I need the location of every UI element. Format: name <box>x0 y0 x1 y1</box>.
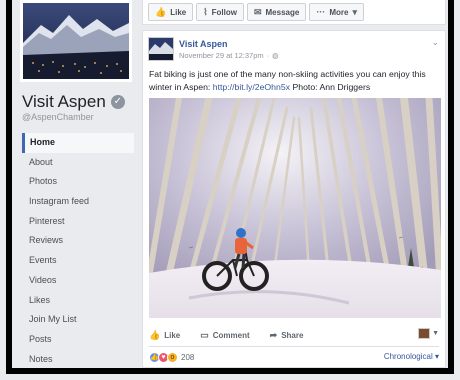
post-options-chevron-icon[interactable]: ⌄ <box>431 37 439 48</box>
nav-item-pinterest[interactable]: Pinterest <box>22 212 134 232</box>
post-text-credit: Photo: Ann Driggers <box>290 81 371 92</box>
nav-item-home[interactable]: Home <box>22 133 134 153</box>
post-text: Fat biking is just one of the many non-s… <box>149 68 441 93</box>
share-arrow-icon: ➦ <box>269 329 278 340</box>
page-name[interactable]: Visit Aspen <box>22 92 106 112</box>
nav-item-reviews[interactable]: Reviews <box>22 231 134 251</box>
like-post-label: Like <box>164 330 181 340</box>
more-button[interactable]: ··· More ▾ <box>309 3 364 21</box>
page-title[interactable]: Visit Aspen ✓ <box>22 92 125 112</box>
separator-dot: · <box>266 51 270 60</box>
like-post-button[interactable]: 👍 Like <box>149 330 180 341</box>
nav-item-likes[interactable]: Likes <box>22 291 134 311</box>
verified-badge-icon: ✓ <box>110 95 125 109</box>
message-icon: ✉ <box>253 6 262 17</box>
nav-item-events[interactable]: Events <box>22 251 134 271</box>
page-handle[interactable]: @AspenChamber <box>22 112 94 122</box>
reaction-count: 208 <box>181 352 195 362</box>
post-author-avatar[interactable] <box>148 37 174 61</box>
post-author-name[interactable]: Visit Aspen <box>179 39 228 49</box>
chevron-down-icon: ▾ <box>352 6 357 17</box>
user-avatar <box>418 328 431 339</box>
thumbs-up-icon: 👍 <box>149 329 161 340</box>
comment-label: Comment <box>212 330 250 340</box>
share-label: Share <box>281 330 304 340</box>
page-nav: Home About Photos Instagram feed Pintere… <box>22 133 134 369</box>
nav-item-notes[interactable]: Notes <box>22 350 134 370</box>
nav-item-instagram-feed[interactable]: Instagram feed <box>22 192 134 212</box>
message-label: Message <box>265 7 300 17</box>
nav-item-join-my-list[interactable]: Join My List <box>22 310 134 330</box>
nav-item-about[interactable]: About <box>22 153 134 173</box>
post-as-selector[interactable]: ▼ <box>418 328 439 339</box>
post-card: Visit Aspen November 29 at 12:37pm · ◍ ⌄… <box>142 30 446 368</box>
post-photo[interactable] <box>149 98 441 318</box>
page-action-bar: 👍 Like ⌇ Follow ✉ Message ··· More ▾ <box>142 0 446 25</box>
wow-reaction-icon: o <box>167 351 178 363</box>
more-label: More <box>329 7 349 17</box>
comment-button[interactable]: ▭ Comment <box>200 330 249 341</box>
cover-photo[interactable] <box>20 0 132 82</box>
caret-down-icon: ▾ <box>434 352 439 361</box>
post-action-bar: 👍 Like ▭ Comment ➦ Share <box>143 325 445 345</box>
comment-icon: ▭ <box>200 329 209 340</box>
like-page-label: Like <box>170 7 187 17</box>
thumbs-up-icon: 👍 <box>155 6 167 17</box>
share-button[interactable]: ➦ Share <box>270 330 304 341</box>
nav-item-videos[interactable]: Videos <box>22 271 134 291</box>
more-dots-icon: ··· <box>316 7 326 17</box>
follow-label: Follow <box>211 7 237 17</box>
post-timestamp[interactable]: November 29 at 12:37pm <box>179 51 264 60</box>
caret-down-icon: ▼ <box>432 330 439 337</box>
post-meta: November 29 at 12:37pm · ◍ <box>179 51 279 60</box>
nav-item-photos[interactable]: Photos <box>22 172 134 192</box>
comment-sort-dropdown[interactable]: Chronological ▾ <box>384 352 439 361</box>
reactions-summary[interactable]: 👍 ♥ o 208 <box>149 350 194 364</box>
nav-item-posts[interactable]: Posts <box>22 330 134 350</box>
like-page-button[interactable]: 👍 Like <box>148 3 194 21</box>
message-button[interactable]: ✉ Message <box>246 3 307 21</box>
sort-label: Chronological <box>383 352 433 361</box>
divider <box>149 346 439 347</box>
rss-icon: ⌇ <box>203 6 208 17</box>
post-link[interactable]: http://bit.ly/2eOhn5x <box>213 82 290 92</box>
globe-icon: ◍ <box>272 51 279 60</box>
follow-button[interactable]: ⌇ Follow <box>196 3 244 21</box>
